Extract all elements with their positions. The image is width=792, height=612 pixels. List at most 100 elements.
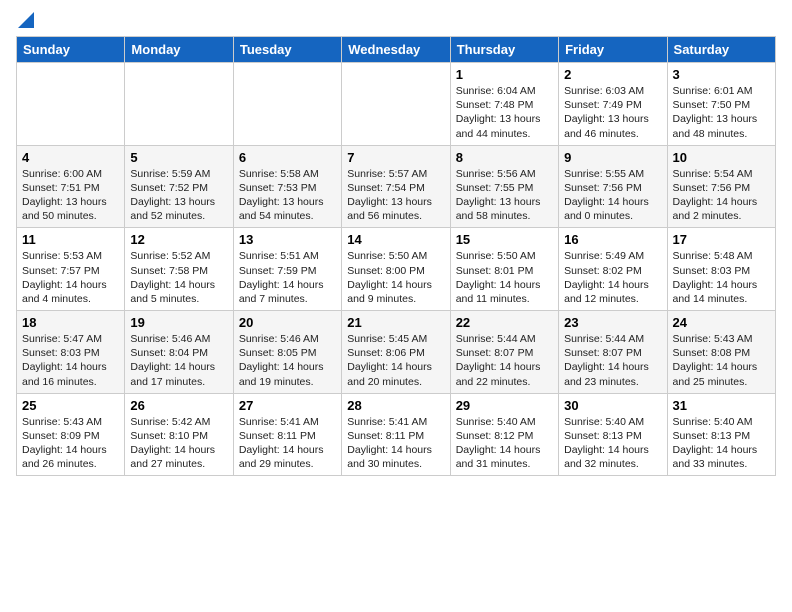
day-info: Sunrise: 5:48 AMSunset: 8:03 PMDaylight:… — [673, 249, 770, 306]
calendar-day-1: 1 Sunrise: 6:04 AMSunset: 7:48 PMDaylight… — [450, 63, 558, 146]
day-info: Sunrise: 5:40 AMSunset: 8:13 PMDaylight:… — [564, 415, 661, 472]
calendar-day-17: 17 Sunrise: 5:48 AMSunset: 8:03 PMDayligh… — [667, 228, 775, 311]
day-info: Sunrise: 5:54 AMSunset: 7:56 PMDaylight:… — [673, 167, 770, 224]
day-number: 3 — [673, 67, 770, 82]
day-number: 8 — [456, 150, 553, 165]
calendar-empty-cell — [233, 63, 341, 146]
day-number: 20 — [239, 315, 336, 330]
day-number: 27 — [239, 398, 336, 413]
calendar-day-19: 19 Sunrise: 5:46 AMSunset: 8:04 PMDayligh… — [125, 311, 233, 394]
day-number: 17 — [673, 232, 770, 247]
weekday-header-sunday: Sunday — [17, 37, 125, 63]
day-info: Sunrise: 5:43 AMSunset: 8:08 PMDaylight:… — [673, 332, 770, 389]
calendar-day-13: 13 Sunrise: 5:51 AMSunset: 7:59 PMDayligh… — [233, 228, 341, 311]
calendar-day-28: 28Sunrise: 5:41 AMSunset: 8:11 PMDayligh… — [342, 393, 450, 476]
day-number: 24 — [673, 315, 770, 330]
calendar-day-6: 6 Sunrise: 5:58 AMSunset: 7:53 PMDaylight… — [233, 145, 341, 228]
day-number: 1 — [456, 67, 553, 82]
day-info: Sunrise: 5:53 AMSunset: 7:57 PMDaylight:… — [22, 249, 119, 306]
day-info: Sunrise: 6:04 AMSunset: 7:48 PMDaylight:… — [456, 84, 553, 141]
weekday-header-thursday: Thursday — [450, 37, 558, 63]
day-info: Sunrise: 5:49 AMSunset: 8:02 PMDaylight:… — [564, 249, 661, 306]
day-info: Sunrise: 5:41 AMSunset: 8:11 PMDaylight:… — [239, 415, 336, 472]
day-number: 19 — [130, 315, 227, 330]
calendar-empty-cell — [342, 63, 450, 146]
calendar-day-30: 30Sunrise: 5:40 AMSunset: 8:13 PMDayligh… — [559, 393, 667, 476]
day-number: 7 — [347, 150, 444, 165]
day-number: 29 — [456, 398, 553, 413]
day-number: 21 — [347, 315, 444, 330]
calendar-week-row: 1 Sunrise: 6:04 AMSunset: 7:48 PMDaylight… — [17, 63, 776, 146]
calendar-day-15: 15 Sunrise: 5:50 AMSunset: 8:01 PMDayligh… — [450, 228, 558, 311]
day-number: 9 — [564, 150, 661, 165]
weekday-header-tuesday: Tuesday — [233, 37, 341, 63]
day-info: Sunrise: 5:55 AMSunset: 7:56 PMDaylight:… — [564, 167, 661, 224]
day-info: Sunrise: 5:46 AMSunset: 8:05 PMDaylight:… — [239, 332, 336, 389]
day-info: Sunrise: 5:50 AMSunset: 8:01 PMDaylight:… — [456, 249, 553, 306]
logo — [16, 16, 34, 24]
calendar-day-4: 4 Sunrise: 6:00 AMSunset: 7:51 PMDaylight… — [17, 145, 125, 228]
day-number: 4 — [22, 150, 119, 165]
day-info: Sunrise: 6:00 AMSunset: 7:51 PMDaylight:… — [22, 167, 119, 224]
day-number: 31 — [673, 398, 770, 413]
calendar-day-16: 16 Sunrise: 5:49 AMSunset: 8:02 PMDayligh… — [559, 228, 667, 311]
day-info: Sunrise: 5:56 AMSunset: 7:55 PMDaylight:… — [456, 167, 553, 224]
day-info: Sunrise: 5:57 AMSunset: 7:54 PMDaylight:… — [347, 167, 444, 224]
day-number: 11 — [22, 232, 119, 247]
day-info: Sunrise: 5:50 AMSunset: 8:00 PMDaylight:… — [347, 249, 444, 306]
day-info: Sunrise: 5:58 AMSunset: 7:53 PMDaylight:… — [239, 167, 336, 224]
calendar-day-24: 24 Sunrise: 5:43 AMSunset: 8:08 PMDayligh… — [667, 311, 775, 394]
day-info: Sunrise: 6:01 AMSunset: 7:50 PMDaylight:… — [673, 84, 770, 141]
calendar-day-5: 5 Sunrise: 5:59 AMSunset: 7:52 PMDaylight… — [125, 145, 233, 228]
day-number: 2 — [564, 67, 661, 82]
day-number: 28 — [347, 398, 444, 413]
day-number: 25 — [22, 398, 119, 413]
calendar-day-2: 2 Sunrise: 6:03 AMSunset: 7:49 PMDaylight… — [559, 63, 667, 146]
day-info: Sunrise: 5:59 AMSunset: 7:52 PMDaylight:… — [130, 167, 227, 224]
day-info: Sunrise: 5:40 AMSunset: 8:12 PMDaylight:… — [456, 415, 553, 472]
calendar-day-27: 27 Sunrise: 5:41 AMSunset: 8:11 PMDayligh… — [233, 393, 341, 476]
calendar-day-12: 12Sunrise: 5:52 AMSunset: 7:58 PMDayligh… — [125, 228, 233, 311]
day-number: 22 — [456, 315, 553, 330]
calendar-day-25: 25 Sunrise: 5:43 AMSunset: 8:09 PMDayligh… — [17, 393, 125, 476]
calendar-week-row: 11 Sunrise: 5:53 AMSunset: 7:57 PMDayligh… — [17, 228, 776, 311]
calendar-day-22: 22Sunrise: 5:44 AMSunset: 8:07 PMDayligh… — [450, 311, 558, 394]
day-info: Sunrise: 5:44 AMSunset: 8:07 PMDaylight:… — [564, 332, 661, 389]
day-info: Sunrise: 6:03 AMSunset: 7:49 PMDaylight:… — [564, 84, 661, 141]
calendar-week-row: 25 Sunrise: 5:43 AMSunset: 8:09 PMDayligh… — [17, 393, 776, 476]
day-number: 6 — [239, 150, 336, 165]
day-info: Sunrise: 5:43 AMSunset: 8:09 PMDaylight:… — [22, 415, 119, 472]
day-number: 26 — [130, 398, 227, 413]
calendar-day-11: 11 Sunrise: 5:53 AMSunset: 7:57 PMDayligh… — [17, 228, 125, 311]
day-info: Sunrise: 5:52 AMSunset: 7:58 PMDaylight:… — [130, 249, 227, 306]
calendar-day-31: 31 Sunrise: 5:40 AMSunset: 8:13 PMDayligh… — [667, 393, 775, 476]
day-info: Sunrise: 5:47 AMSunset: 8:03 PMDaylight:… — [22, 332, 119, 389]
day-number: 18 — [22, 315, 119, 330]
calendar-day-7: 7 Sunrise: 5:57 AMSunset: 7:54 PMDaylight… — [342, 145, 450, 228]
weekday-header-saturday: Saturday — [667, 37, 775, 63]
day-info: Sunrise: 5:45 AMSunset: 8:06 PMDaylight:… — [347, 332, 444, 389]
calendar-day-10: 10 Sunrise: 5:54 AMSunset: 7:56 PMDayligh… — [667, 145, 775, 228]
calendar-day-18: 18 Sunrise: 5:47 AMSunset: 8:03 PMDayligh… — [17, 311, 125, 394]
day-info: Sunrise: 5:51 AMSunset: 7:59 PMDaylight:… — [239, 249, 336, 306]
day-number: 14 — [347, 232, 444, 247]
calendar-day-29: 29 Sunrise: 5:40 AMSunset: 8:12 PMDayligh… — [450, 393, 558, 476]
day-number: 16 — [564, 232, 661, 247]
day-number: 15 — [456, 232, 553, 247]
calendar-day-20: 20 Sunrise: 5:46 AMSunset: 8:05 PMDayligh… — [233, 311, 341, 394]
day-info: Sunrise: 5:40 AMSunset: 8:13 PMDaylight:… — [673, 415, 770, 472]
day-info: Sunrise: 5:46 AMSunset: 8:04 PMDaylight:… — [130, 332, 227, 389]
day-number: 23 — [564, 315, 661, 330]
weekday-header-row: SundayMondayTuesdayWednesdayThursdayFrid… — [17, 37, 776, 63]
calendar-week-row: 18 Sunrise: 5:47 AMSunset: 8:03 PMDayligh… — [17, 311, 776, 394]
calendar-day-8: 8 Sunrise: 5:56 AMSunset: 7:55 PMDaylight… — [450, 145, 558, 228]
day-number: 10 — [673, 150, 770, 165]
weekday-header-wednesday: Wednesday — [342, 37, 450, 63]
calendar-day-3: 3 Sunrise: 6:01 AMSunset: 7:50 PMDaylight… — [667, 63, 775, 146]
calendar-day-23: 23 Sunrise: 5:44 AMSunset: 8:07 PMDayligh… — [559, 311, 667, 394]
day-number: 13 — [239, 232, 336, 247]
day-number: 5 — [130, 150, 227, 165]
calendar-empty-cell — [125, 63, 233, 146]
calendar-day-26: 26Sunrise: 5:42 AMSunset: 8:10 PMDayligh… — [125, 393, 233, 476]
page-header — [16, 16, 776, 24]
